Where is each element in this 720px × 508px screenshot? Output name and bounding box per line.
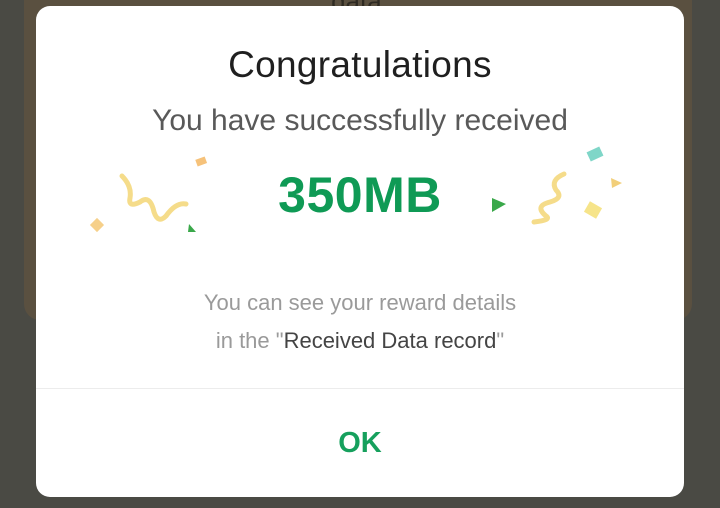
reward-dialog: Congratulations You have successfully re…	[36, 6, 684, 497]
received-data-record-link: Received Data record	[283, 328, 497, 353]
dialog-subtitle: You have successfully received	[152, 104, 568, 137]
dialog-title: Congratulations	[228, 44, 492, 85]
confetti-piece	[195, 156, 208, 167]
reward-amount: 350MB	[278, 167, 442, 223]
ok-button[interactable]: OK	[36, 389, 684, 497]
reward-note-line2: in the "Received Data record"	[36, 322, 684, 360]
note-suffix: "	[496, 328, 505, 353]
reward-note: You can see your reward details in the "…	[36, 284, 684, 360]
confetti-piece	[188, 224, 196, 232]
confetti-piece	[586, 146, 604, 162]
reward-note-line1: You can see your reward details	[203, 290, 517, 315]
note-prefix: in the "	[215, 328, 284, 353]
